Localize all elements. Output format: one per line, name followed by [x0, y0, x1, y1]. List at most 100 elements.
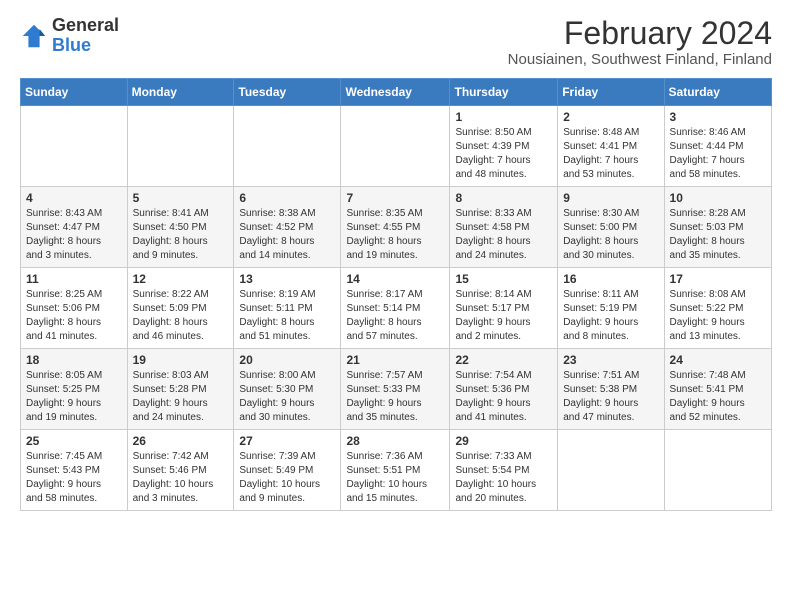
- day-number: 21: [346, 353, 444, 367]
- day-number: 29: [455, 434, 552, 448]
- day-detail: Sunrise: 8:22 AM Sunset: 5:09 PM Dayligh…: [133, 288, 229, 344]
- header-friday: Friday: [558, 79, 664, 106]
- day-number: 15: [455, 272, 552, 286]
- calendar-cell: [127, 106, 234, 187]
- logo-blue-text: Blue: [52, 36, 119, 56]
- day-number: 28: [346, 434, 444, 448]
- calendar-cell: 14Sunrise: 8:17 AM Sunset: 5:14 PM Dayli…: [341, 268, 450, 349]
- day-detail: Sunrise: 7:45 AM Sunset: 5:43 PM Dayligh…: [26, 450, 122, 506]
- day-detail: Sunrise: 7:57 AM Sunset: 5:33 PM Dayligh…: [346, 369, 444, 425]
- day-number: 3: [670, 110, 766, 124]
- day-detail: Sunrise: 7:54 AM Sunset: 5:36 PM Dayligh…: [455, 369, 552, 425]
- calendar: Sunday Monday Tuesday Wednesday Thursday…: [20, 78, 772, 511]
- header-saturday: Saturday: [664, 79, 771, 106]
- day-number: 1: [455, 110, 552, 124]
- header-tuesday: Tuesday: [234, 79, 341, 106]
- day-detail: Sunrise: 8:33 AM Sunset: 4:58 PM Dayligh…: [455, 207, 552, 263]
- calendar-cell: 12 Sunrise: 8:22 AM Sunset: 5:09 PM Dayli…: [127, 268, 234, 349]
- calendar-cell: 5 Sunrise: 8:41 AM Sunset: 4:50 PM Daylig…: [127, 187, 234, 268]
- day-number: 19: [133, 353, 229, 367]
- calendar-cell: 18Sunrise: 8:05 AM Sunset: 5:25 PM Dayli…: [21, 349, 128, 430]
- header-thursday: Thursday: [450, 79, 558, 106]
- day-detail: Sunrise: 8:43 AM Sunset: 4:47 PM Dayligh…: [26, 207, 122, 263]
- week-row-0: 1 Sunrise: 8:50 AM Sunset: 4:39 PM Daylig…: [21, 106, 772, 187]
- day-number: 23: [563, 353, 658, 367]
- week-row-1: 4Sunrise: 8:43 AM Sunset: 4:47 PM Daylig…: [21, 187, 772, 268]
- logo: General Blue: [20, 16, 119, 56]
- day-number: 9: [563, 191, 658, 205]
- day-number: 2: [563, 110, 658, 124]
- header-sunday: Sunday: [21, 79, 128, 106]
- day-number: 24: [670, 353, 766, 367]
- day-number: 5: [133, 191, 229, 205]
- day-detail: Sunrise: 8:35 AM Sunset: 4:55 PM Dayligh…: [346, 207, 444, 263]
- day-number: 13: [239, 272, 335, 286]
- day-detail: Sunrise: 8:03 AM Sunset: 5:28 PM Dayligh…: [133, 369, 229, 425]
- day-number: 25: [26, 434, 122, 448]
- calendar-cell: 2 Sunrise: 8:48 AM Sunset: 4:41 PM Daylig…: [558, 106, 664, 187]
- title-section: February 2024 Nousiainen, Southwest Finl…: [508, 16, 772, 68]
- day-number: 18: [26, 353, 122, 367]
- day-detail: Sunrise: 8:41 AM Sunset: 4:50 PM Dayligh…: [133, 207, 229, 263]
- logo-icon: [20, 22, 48, 50]
- week-row-3: 18Sunrise: 8:05 AM Sunset: 5:25 PM Dayli…: [21, 349, 772, 430]
- calendar-cell: 10 Sunrise: 8:28 AM Sunset: 5:03 PM Dayli…: [664, 187, 771, 268]
- header-monday: Monday: [127, 79, 234, 106]
- calendar-cell: 24 Sunrise: 7:48 AM Sunset: 5:41 PM Dayli…: [664, 349, 771, 430]
- day-number: 26: [133, 434, 229, 448]
- calendar-cell: 17 Sunrise: 8:08 AM Sunset: 5:22 PM Dayli…: [664, 268, 771, 349]
- calendar-cell: 21 Sunrise: 7:57 AM Sunset: 5:33 PM Dayli…: [341, 349, 450, 430]
- day-detail: Sunrise: 8:08 AM Sunset: 5:22 PM Dayligh…: [670, 288, 766, 344]
- calendar-cell: 4Sunrise: 8:43 AM Sunset: 4:47 PM Daylig…: [21, 187, 128, 268]
- calendar-cell: 8 Sunrise: 8:33 AM Sunset: 4:58 PM Daylig…: [450, 187, 558, 268]
- day-detail: Sunrise: 8:38 AM Sunset: 4:52 PM Dayligh…: [239, 207, 335, 263]
- calendar-cell: [21, 106, 128, 187]
- day-detail: Sunrise: 7:51 AM Sunset: 5:38 PM Dayligh…: [563, 369, 658, 425]
- day-detail: Sunrise: 8:30 AM Sunset: 5:00 PM Dayligh…: [563, 207, 658, 263]
- day-detail: Sunrise: 8:11 AM Sunset: 5:19 PM Dayligh…: [563, 288, 658, 344]
- calendar-cell: 1 Sunrise: 8:50 AM Sunset: 4:39 PM Daylig…: [450, 106, 558, 187]
- day-detail: Sunrise: 7:39 AM Sunset: 5:49 PM Dayligh…: [239, 450, 335, 506]
- day-number: 8: [455, 191, 552, 205]
- day-detail: Sunrise: 7:36 AM Sunset: 5:51 PM Dayligh…: [346, 450, 444, 506]
- day-detail: Sunrise: 8:14 AM Sunset: 5:17 PM Dayligh…: [455, 288, 552, 344]
- calendar-cell: 22 Sunrise: 7:54 AM Sunset: 5:36 PM Dayli…: [450, 349, 558, 430]
- day-detail: Sunrise: 8:50 AM Sunset: 4:39 PM Dayligh…: [455, 126, 552, 182]
- day-number: 11: [26, 272, 122, 286]
- subtitle: Nousiainen, Southwest Finland, Finland: [508, 51, 772, 68]
- calendar-cell: 25 Sunrise: 7:45 AM Sunset: 5:43 PM Dayli…: [21, 430, 128, 511]
- week-row-2: 11Sunrise: 8:25 AM Sunset: 5:06 PM Dayli…: [21, 268, 772, 349]
- calendar-cell: 28 Sunrise: 7:36 AM Sunset: 5:51 PM Dayli…: [341, 430, 450, 511]
- logo-text: General Blue: [52, 16, 119, 56]
- day-number: 16: [563, 272, 658, 286]
- day-detail: Sunrise: 8:48 AM Sunset: 4:41 PM Dayligh…: [563, 126, 658, 182]
- calendar-cell: 3 Sunrise: 8:46 AM Sunset: 4:44 PM Daylig…: [664, 106, 771, 187]
- day-number: 20: [239, 353, 335, 367]
- day-number: 14: [346, 272, 444, 286]
- logo-general-text: General: [52, 16, 119, 36]
- calendar-cell: 7Sunrise: 8:35 AM Sunset: 4:55 PM Daylig…: [341, 187, 450, 268]
- day-number: 17: [670, 272, 766, 286]
- day-detail: Sunrise: 8:46 AM Sunset: 4:44 PM Dayligh…: [670, 126, 766, 182]
- day-detail: Sunrise: 8:28 AM Sunset: 5:03 PM Dayligh…: [670, 207, 766, 263]
- header-wednesday: Wednesday: [341, 79, 450, 106]
- day-number: 6: [239, 191, 335, 205]
- day-detail: Sunrise: 7:42 AM Sunset: 5:46 PM Dayligh…: [133, 450, 229, 506]
- day-number: 10: [670, 191, 766, 205]
- day-detail: Sunrise: 7:48 AM Sunset: 5:41 PM Dayligh…: [670, 369, 766, 425]
- day-number: 22: [455, 353, 552, 367]
- week-row-4: 25 Sunrise: 7:45 AM Sunset: 5:43 PM Dayli…: [21, 430, 772, 511]
- calendar-cell: 19 Sunrise: 8:03 AM Sunset: 5:28 PM Dayli…: [127, 349, 234, 430]
- calendar-cell: 26 Sunrise: 7:42 AM Sunset: 5:46 PM Dayli…: [127, 430, 234, 511]
- day-detail: Sunrise: 7:33 AM Sunset: 5:54 PM Dayligh…: [455, 450, 552, 506]
- calendar-cell: 6 Sunrise: 8:38 AM Sunset: 4:52 PM Daylig…: [234, 187, 341, 268]
- calendar-cell: [341, 106, 450, 187]
- calendar-cell: 20 Sunrise: 8:00 AM Sunset: 5:30 PM Dayli…: [234, 349, 341, 430]
- calendar-cell: 23 Sunrise: 7:51 AM Sunset: 5:38 PM Dayli…: [558, 349, 664, 430]
- day-number: 12: [133, 272, 229, 286]
- calendar-cell: 15 Sunrise: 8:14 AM Sunset: 5:17 PM Dayli…: [450, 268, 558, 349]
- day-detail: Sunrise: 8:19 AM Sunset: 5:11 PM Dayligh…: [239, 288, 335, 344]
- calendar-cell: [234, 106, 341, 187]
- calendar-cell: [558, 430, 664, 511]
- day-detail: Sunrise: 8:00 AM Sunset: 5:30 PM Dayligh…: [239, 369, 335, 425]
